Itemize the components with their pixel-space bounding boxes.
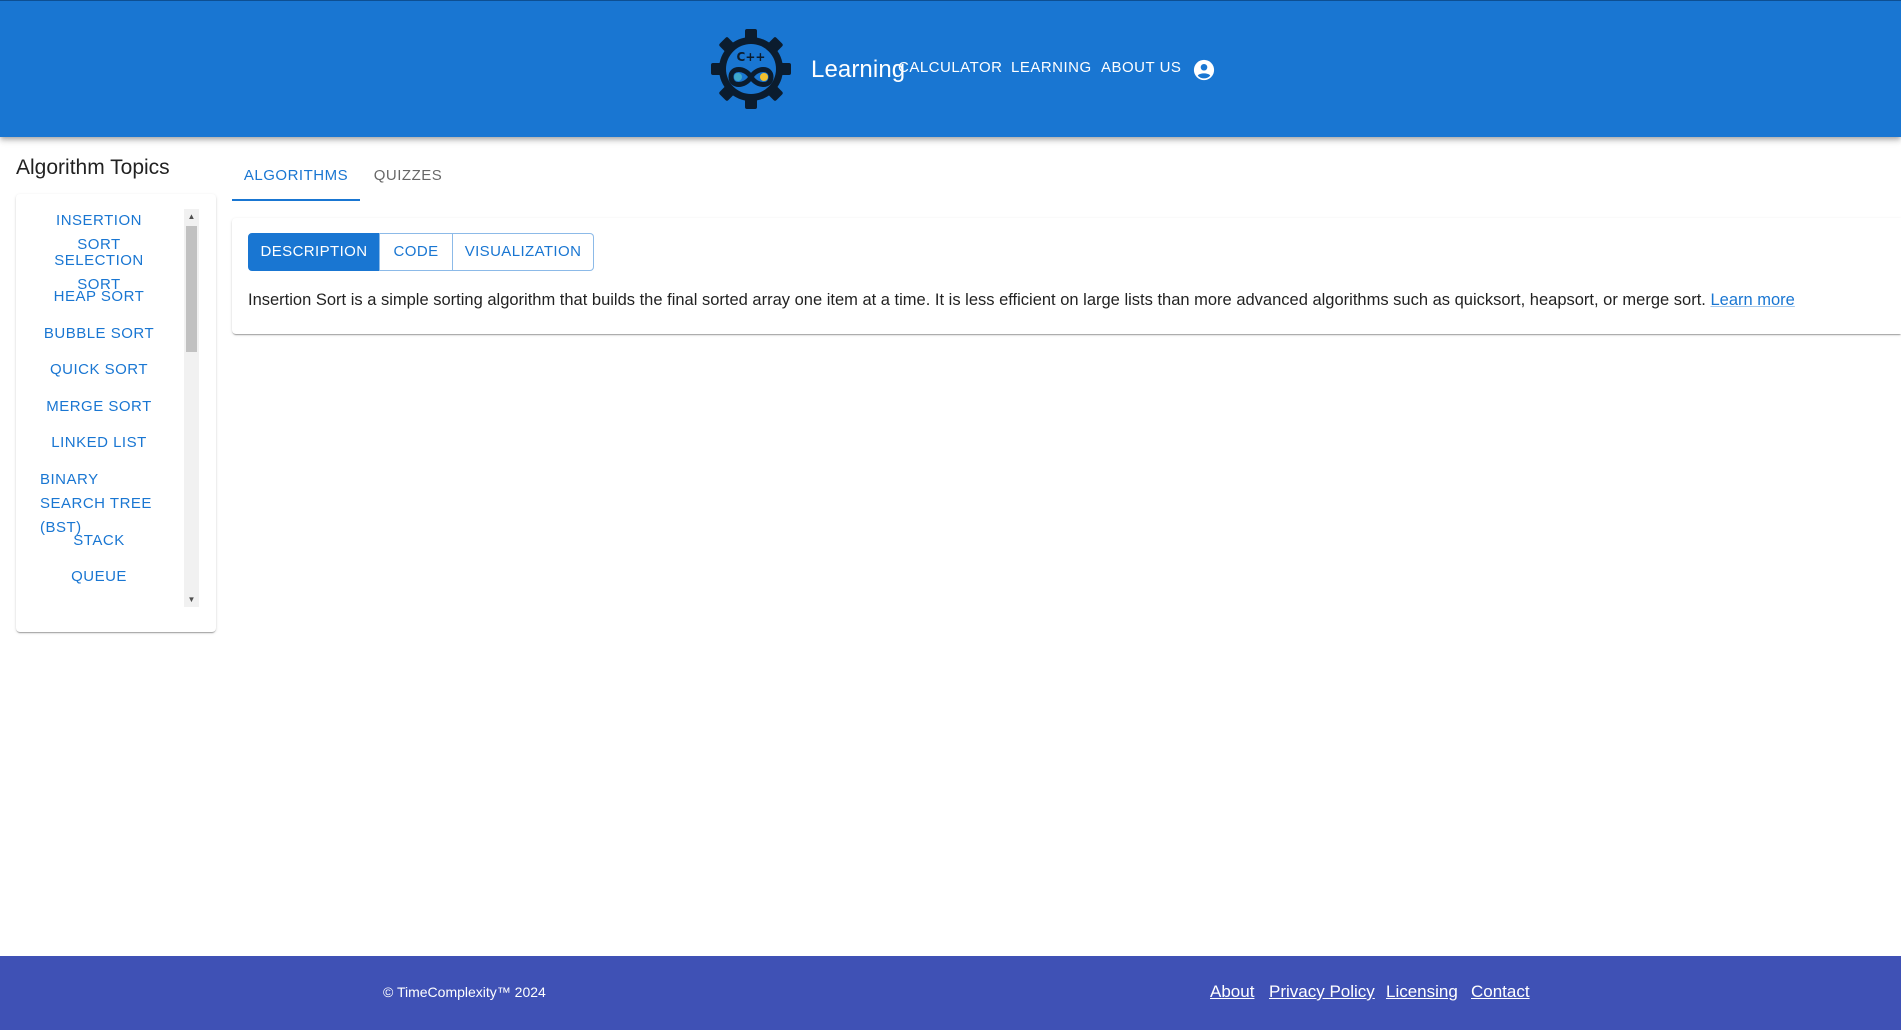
nav-about-us-button[interactable]: ABOUT US [1101, 59, 1181, 76]
scrollbar-thumb[interactable] [186, 226, 197, 352]
footer: © TimeComplexity™ 2024 About Privacy Pol… [0, 956, 1901, 1030]
algorithm-topics-card: INSERTION SORT SELECTION SORT HEAP SORT … [16, 194, 216, 632]
scroll-down-arrow-icon[interactable]: ▼ [184, 592, 199, 607]
algorithm-description: Insertion Sort is a simple sorting algor… [248, 288, 1795, 312]
topic-item-binary-search-tree[interactable]: BINARY SEARCH TREE (BST) [16, 462, 182, 536]
sidebar-title: Algorithm Topics [16, 156, 170, 179]
topic-list: INSERTION SORT SELECTION SORT HEAP SORT … [16, 206, 182, 600]
nav-calculator-button[interactable]: CALCULATOR [898, 59, 1002, 76]
visualization-button[interactable]: VISUALIZATION [452, 233, 594, 271]
logo-icon[interactable]: C++ [709, 27, 793, 111]
description-text: Insertion Sort is a simple sorting algor… [248, 291, 1706, 309]
nav-learning-button[interactable]: LEARNING [1011, 59, 1092, 76]
copyright-text: © TimeComplexity™ 2024 [383, 984, 546, 1000]
footer-licensing-link[interactable]: Licensing [1386, 982, 1458, 1002]
algorithm-content-card: DESCRIPTION CODE VISUALIZATION Insertion… [232, 218, 1901, 334]
footer-privacy-policy-link[interactable]: Privacy Policy [1269, 982, 1375, 1002]
learn-more-link[interactable]: Learn more [1710, 291, 1794, 309]
topic-item-insertion-sort[interactable]: INSERTION SORT [16, 206, 182, 253]
account-circle-icon[interactable] [1193, 59, 1215, 81]
topic-list-scrollbar[interactable]: ▲ ▼ [184, 209, 199, 607]
tab-algorithms[interactable]: ALGORITHMS [232, 155, 360, 201]
topic-item-merge-sort[interactable]: MERGE SORT [16, 389, 182, 426]
topic-item-linked-list[interactable]: LINKED LIST [16, 425, 182, 462]
topic-item-quick-sort[interactable]: QUICK SORT [16, 352, 182, 389]
tab-quizzes[interactable]: QUIZZES [360, 155, 456, 201]
scroll-up-arrow-icon[interactable]: ▲ [184, 209, 199, 224]
footer-contact-link[interactable]: Contact [1471, 982, 1530, 1002]
topic-item-queue[interactable]: QUEUE [16, 559, 182, 596]
description-button[interactable]: DESCRIPTION [248, 233, 380, 271]
code-button[interactable]: CODE [379, 233, 453, 271]
app-header: C++ Learning CALCULATOR LEARNING ABOUT U… [0, 0, 1901, 137]
svg-text:C++: C++ [737, 50, 766, 64]
footer-about-link[interactable]: About [1210, 982, 1254, 1002]
topic-item-heap-sort[interactable]: HEAP SORT [16, 279, 182, 316]
topic-item-bubble-sort[interactable]: BUBBLE SORT [16, 316, 182, 353]
view-toggle-group: DESCRIPTION CODE VISUALIZATION [248, 233, 594, 271]
brand-title[interactable]: Learning [811, 56, 905, 84]
